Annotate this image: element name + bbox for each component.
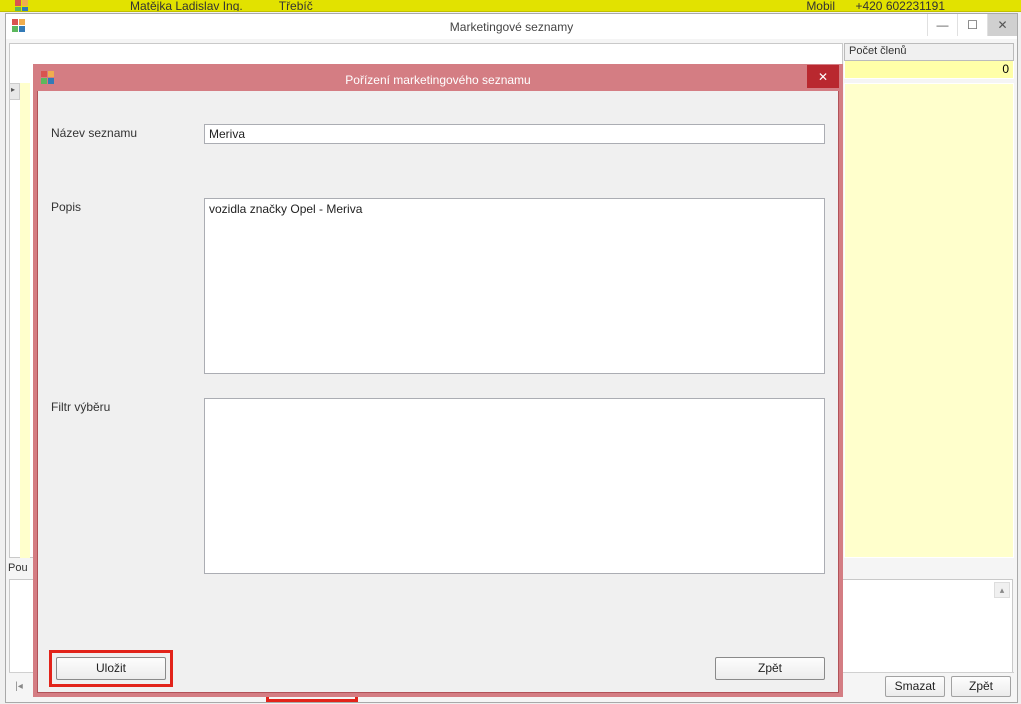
modal-back-button-label: Zpět [758, 661, 782, 675]
nav-first-button[interactable]: |◂ [10, 676, 28, 696]
bg-cell-name: Matějka Ladislav Ing. [130, 0, 243, 12]
row-desc: Popis [51, 198, 825, 214]
main-window: Marketingové seznamy — ☐ ✕ Počet členů 0… [5, 13, 1018, 703]
modal-close-button[interactable]: ✕ [807, 65, 839, 88]
name-input[interactable] [204, 124, 825, 144]
grid-right-column: Počet členů 0 [844, 43, 1014, 79]
delete-button[interactable]: Smazat [885, 676, 945, 697]
label-desc: Popis [51, 198, 201, 214]
grid-right-fill [844, 83, 1014, 558]
modal-dialog: Pořízení marketingového seznamu ✕ Název … [33, 64, 843, 697]
bg-cell-city: Třebíč [279, 0, 313, 12]
label-name: Název seznamu [51, 124, 201, 140]
main-titlebar: Marketingové seznamy — ☐ ✕ [6, 14, 1017, 39]
save-button-highlight-wrap: Uložit [51, 652, 171, 685]
form-icon [41, 71, 57, 87]
pou-label: Pou [6, 562, 28, 574]
maximize-button[interactable]: ☐ [957, 14, 987, 36]
scroll-up-icon[interactable]: ▴ [994, 582, 1010, 598]
grid-cell-count[interactable]: 0 [844, 61, 1014, 79]
modal-back-button[interactable]: Zpět [715, 657, 825, 680]
modal-form: Název seznamu Popis Filtr výběru [51, 114, 825, 629]
window-system-buttons: — ☐ ✕ [927, 14, 1017, 36]
row-name: Název seznamu [51, 124, 825, 140]
label-filter: Filtr výběru [51, 398, 201, 414]
grid-column-header-count[interactable]: Počet členů [844, 43, 1014, 61]
background-grid-row: Matějka Ladislav Ing. Třebíč Mobil +420 … [0, 0, 1021, 12]
grid-left-highlight [20, 83, 30, 558]
row-filter: Filtr výběru [51, 398, 825, 414]
back-button-label: Zpět [969, 679, 993, 693]
main-body: Počet členů 0 Pou ▴ |◂ ◂ z 1 ▸ ▸| + ✕ No… [6, 39, 1017, 702]
save-button[interactable]: Uložit [56, 657, 166, 680]
form-icon [12, 19, 26, 36]
save-button-label: Uložit [96, 661, 126, 675]
main-window-title: Marketingové seznamy [450, 20, 573, 34]
form-icon [9, 0, 25, 12]
close-button[interactable]: ✕ [987, 14, 1017, 36]
modal-title-text: Pořízení marketingového seznamu [345, 73, 530, 87]
filter-textarea[interactable] [204, 398, 825, 574]
modal-titlebar[interactable]: Pořízení marketingového seznamu ✕ [37, 68, 839, 91]
modal-footer: Uložit Zpět [51, 653, 825, 683]
bg-cell-mobil-value: +420 602231191 [855, 0, 945, 12]
grid-row-header[interactable] [9, 83, 20, 100]
back-button[interactable]: Zpět [951, 676, 1011, 697]
delete-button-label: Smazat [895, 679, 936, 693]
bg-cell-mobil-label: Mobil [806, 0, 835, 12]
desc-textarea[interactable] [204, 198, 825, 374]
minimize-button[interactable]: — [927, 14, 957, 36]
